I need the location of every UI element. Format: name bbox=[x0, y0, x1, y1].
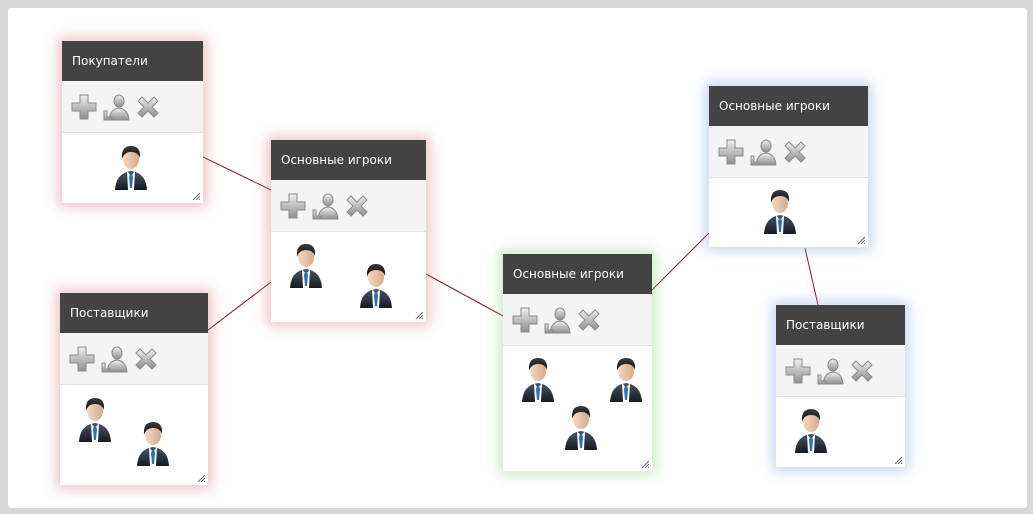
add-icon[interactable] bbox=[509, 304, 541, 336]
person-icon[interactable] bbox=[357, 262, 395, 308]
card-toolbar bbox=[503, 294, 652, 346]
user-icon[interactable] bbox=[309, 190, 341, 222]
card-body bbox=[709, 178, 868, 247]
card-toolbar bbox=[776, 345, 905, 397]
user-icon[interactable] bbox=[100, 91, 132, 123]
person-icon[interactable] bbox=[76, 396, 114, 442]
delete-icon[interactable] bbox=[846, 355, 878, 387]
card-key-players-center[interactable]: Основные игроки bbox=[503, 254, 652, 471]
card-key-players-right[interactable]: Основные игроки bbox=[709, 86, 868, 247]
card-toolbar bbox=[709, 126, 868, 178]
card-title[interactable]: Основные игроки bbox=[271, 140, 426, 180]
card-body bbox=[503, 346, 652, 471]
card-title[interactable]: Поставщики bbox=[60, 293, 208, 333]
add-icon[interactable] bbox=[277, 190, 309, 222]
resize-handle-icon[interactable] bbox=[641, 460, 649, 468]
person-icon[interactable] bbox=[792, 407, 830, 453]
resize-handle-icon[interactable] bbox=[894, 456, 902, 464]
add-icon[interactable] bbox=[782, 355, 814, 387]
card-title[interactable]: Поставщики bbox=[776, 305, 905, 345]
delete-icon[interactable] bbox=[573, 304, 605, 336]
user-icon[interactable] bbox=[747, 136, 779, 168]
card-body bbox=[776, 397, 905, 467]
add-icon[interactable] bbox=[66, 343, 98, 375]
card-body bbox=[62, 133, 203, 203]
resize-handle-icon[interactable] bbox=[415, 311, 423, 319]
card-key-players-left[interactable]: Основные игроки bbox=[271, 140, 426, 322]
person-icon[interactable] bbox=[519, 356, 557, 402]
person-icon[interactable] bbox=[112, 144, 150, 190]
user-icon[interactable] bbox=[98, 343, 130, 375]
resize-handle-icon[interactable] bbox=[192, 192, 200, 200]
card-toolbar bbox=[271, 180, 426, 232]
card-toolbar bbox=[60, 333, 208, 385]
person-icon[interactable] bbox=[607, 356, 645, 402]
person-icon[interactable] bbox=[134, 420, 172, 466]
user-icon[interactable] bbox=[814, 355, 846, 387]
add-icon[interactable] bbox=[715, 136, 747, 168]
card-suppliers-left[interactable]: Поставщики bbox=[60, 293, 208, 485]
delete-icon[interactable] bbox=[130, 343, 162, 375]
user-icon[interactable] bbox=[541, 304, 573, 336]
resize-handle-icon[interactable] bbox=[197, 474, 205, 482]
person-icon[interactable] bbox=[761, 188, 799, 234]
delete-icon[interactable] bbox=[779, 136, 811, 168]
card-buyers[interactable]: Покупатели bbox=[62, 41, 203, 203]
card-toolbar bbox=[62, 81, 203, 133]
card-suppliers-right[interactable]: Поставщики bbox=[776, 305, 905, 467]
person-icon[interactable] bbox=[287, 242, 325, 288]
card-body bbox=[271, 232, 426, 322]
delete-icon[interactable] bbox=[132, 91, 164, 123]
card-body bbox=[60, 385, 208, 485]
add-icon[interactable] bbox=[68, 91, 100, 123]
card-title[interactable]: Покупатели bbox=[62, 41, 203, 81]
resize-handle-icon[interactable] bbox=[857, 236, 865, 244]
card-title[interactable]: Основные игроки bbox=[503, 254, 652, 294]
card-title[interactable]: Основные игроки bbox=[709, 86, 868, 126]
delete-icon[interactable] bbox=[341, 190, 373, 222]
person-icon[interactable] bbox=[562, 404, 600, 450]
